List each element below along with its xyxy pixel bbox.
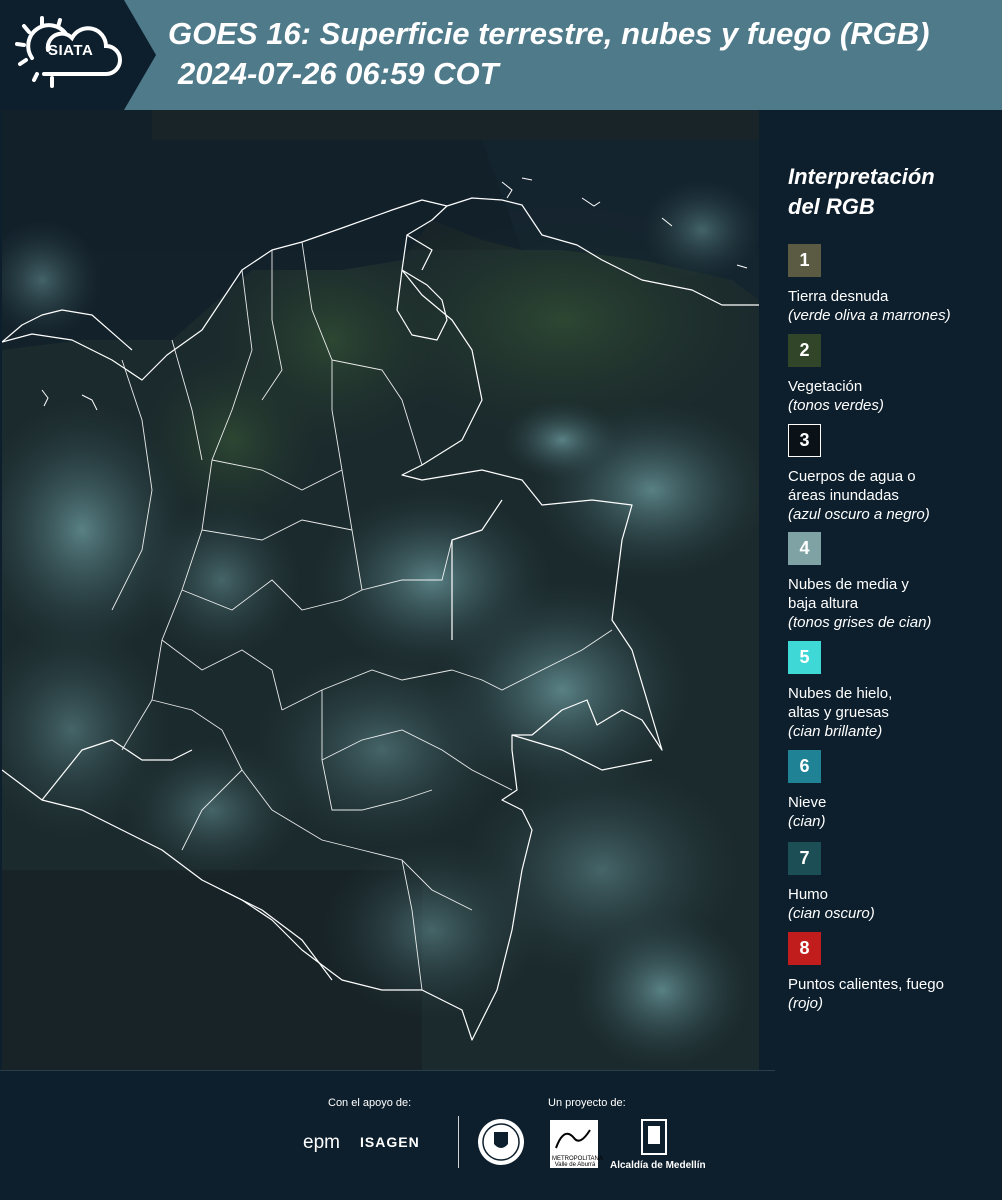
legend-description: (cian oscuro): [788, 905, 875, 922]
legend-swatch: 6: [788, 750, 821, 783]
legend-title-line2: del RGB: [788, 194, 875, 219]
footer: Con el apoyo de: Un proyecto de: epm ISA…: [0, 1070, 1002, 1200]
epm-logo: epm: [303, 1132, 340, 1153]
legend-swatch: 3: [788, 424, 821, 457]
legend-label: Tierra desnuda: [788, 288, 889, 305]
legend-swatch: 2: [788, 334, 821, 367]
legend-swatch: 5: [788, 641, 821, 674]
footer-divider-line: [0, 1070, 775, 1071]
legend-description: (cian): [788, 813, 826, 830]
legend-item-vegetation: 2 Vegetación (tonos verdes): [788, 334, 998, 415]
isagen-logo: ISAGEN: [360, 1134, 420, 1150]
siata-logo-text: SIATA: [48, 42, 94, 59]
legend-swatch: 8: [788, 932, 821, 965]
legend-swatch: 4: [788, 532, 821, 565]
alcaldia-label: Alcaldía de Medellín: [610, 1160, 706, 1171]
project-label: Un proyecto de:: [548, 1097, 626, 1109]
legend-title-line1: Interpretación: [788, 164, 935, 189]
legend-label: Nubes de media y baja altura: [788, 576, 909, 612]
legend-title: Interpretación del RGB: [788, 162, 988, 222]
legend-label: Nubes de hielo, altas y gruesas: [788, 685, 893, 721]
legend-item-fire: 8 Puntos calientes, fuego (rojo): [788, 932, 998, 1013]
timestamp: 2024-07-26 06:59 COT: [178, 56, 499, 91]
area-signature-icon: [555, 1129, 591, 1149]
legend-description: (rojo): [788, 995, 824, 1012]
legend-item-ice-clouds: 5 Nubes de hielo, altas y gruesas (cian …: [788, 641, 998, 741]
legend-description: (tonos grises de cian): [788, 614, 932, 631]
coat-of-arms-icon: [641, 1119, 667, 1155]
legend-description: (cian brillante): [788, 723, 883, 740]
legend-item-snow: 6 Nieve (cian): [788, 750, 998, 831]
legend-swatch: 7: [788, 842, 821, 875]
legend-item-low-clouds: 4 Nubes de media y baja altura (tonos gr…: [788, 532, 998, 632]
legend-label: Puntos calientes, fuego: [788, 976, 944, 993]
area-label: METROPOLITANA Valle de Aburrá: [552, 1156, 603, 1168]
legend-swatch: 1: [788, 244, 821, 277]
legend-item-water: 3 Cuerpos de agua o áreas inundadas (azu…: [788, 424, 998, 524]
legend-panel: Interpretación del RGB 1 Tierra desnuda …: [760, 110, 1002, 1070]
legend-description: (tonos verdes): [788, 397, 884, 414]
header-bar: SIATA GOES 16: Superficie terrestre, nub…: [0, 0, 1002, 110]
legend-label: Humo: [788, 886, 829, 903]
support-label: Con el apoyo de:: [328, 1097, 412, 1109]
university-seal-icon: [478, 1119, 524, 1165]
legend-label: Nieve: [788, 794, 827, 811]
footer-separator: [458, 1116, 459, 1168]
legend-item-bare-soil: 1 Tierra desnuda (verde oliva a marrones…: [788, 244, 998, 325]
legend-item-smoke: 7 Humo (cian oscuro): [788, 842, 998, 923]
legend-description: (azul oscuro a negro): [788, 506, 930, 523]
legend-label: Vegetación: [788, 378, 863, 395]
satellite-map: [2, 110, 759, 1070]
legend-label: Cuerpos de agua o áreas inundadas: [788, 468, 916, 504]
siata-logo-panel: SIATA: [0, 0, 156, 110]
legend-description: (verde oliva a marrones): [788, 307, 951, 324]
page-title: GOES 16: Superficie terrestre, nubes y f…: [168, 16, 930, 51]
